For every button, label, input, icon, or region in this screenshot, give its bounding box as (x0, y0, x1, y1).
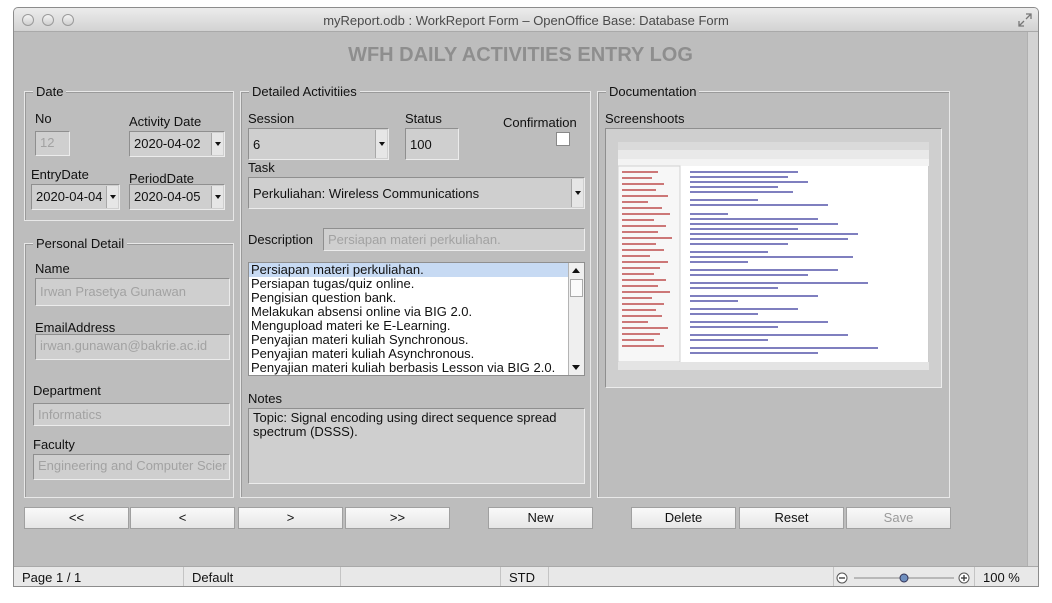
activity-date-label: Activity Date (129, 114, 202, 129)
chevron-down-icon[interactable] (211, 186, 223, 208)
name-field[interactable]: Irwan Prasetya Gunawan (35, 278, 230, 306)
no-field[interactable]: 12 (35, 131, 70, 156)
department-field[interactable]: Informatics (33, 403, 230, 426)
selection-mode[interactable]: STD (501, 567, 549, 586)
session-label: Session (248, 111, 295, 126)
list-item[interactable]: Persiapan materi perkuliahan. (249, 263, 584, 277)
list-item[interactable]: Penyajian materi kuliah Asynchronous. (249, 347, 584, 361)
status-field[interactable]: 100 (405, 128, 459, 160)
documentation-legend: Documentation (606, 84, 700, 99)
confirmation-label: Confirmation (503, 115, 577, 130)
faculty-field[interactable]: Engineering and Computer Scier (33, 454, 230, 480)
no-label: No (35, 111, 52, 126)
last-record-button[interactable]: >> (345, 507, 450, 529)
description-listbox[interactable]: Persiapan materi perkuliahan. Persiapan t… (248, 262, 585, 376)
status-empty-cell-2 (549, 567, 834, 586)
screenshots-label: Screenshoots (605, 111, 685, 126)
window-title: myReport.odb : WorkReport Form – OpenOff… (323, 13, 729, 28)
period-date-dropdown[interactable]: 2020-04-05 (129, 184, 225, 210)
department-label: Department (33, 383, 101, 398)
zoom-slider[interactable] (836, 572, 972, 584)
chevron-down-icon[interactable] (106, 186, 118, 208)
chevron-down-icon[interactable] (571, 179, 583, 207)
name-label: Name (35, 261, 70, 276)
list-item[interactable]: Penyajian materi kuliah berbasis Lesson … (249, 361, 584, 375)
period-date-value: 2020-04-05 (134, 189, 201, 204)
form-canvas: WFH DAILY ACTIVITIES ENTRY LOG Date No 1… (14, 32, 1027, 566)
task-value: Perkuliahan: Wireless Communications (253, 186, 480, 201)
save-button[interactable]: Save (846, 507, 951, 529)
fullscreen-icon[interactable] (1018, 13, 1032, 27)
faculty-label: Faculty (33, 437, 75, 452)
list-item[interactable]: Penyajian materi kuliah Synchronous. (249, 333, 584, 347)
page-style: Default (184, 567, 341, 586)
status-empty-cell (341, 567, 501, 586)
activity-date-value: 2020-04-02 (134, 136, 201, 151)
form-title: WFH DAILY ACTIVITIES ENTRY LOG (348, 44, 693, 66)
title-bar: myReport.odb : WorkReport Form – OpenOff… (14, 8, 1038, 32)
window-vertical-scrollbar[interactable] (1027, 32, 1038, 566)
page-indicator: Page 1 / 1 (14, 567, 184, 586)
entry-date-dropdown[interactable]: 2020-04-04 (31, 184, 120, 210)
email-field[interactable]: irwan.gunawan@bakrie.ac.id (35, 334, 230, 360)
session-dropdown[interactable]: 6 (248, 128, 389, 160)
date-group: Date No 12 Activity Date 2020-04-02 Entr… (24, 84, 234, 221)
status-bar: Page 1 / 1 Default STD 100 % (14, 566, 1038, 586)
detailed-activities-legend: Detailed Activitiies (249, 84, 360, 99)
email-label: EmailAddress (35, 320, 116, 335)
confirmation-checkbox[interactable] (556, 132, 570, 146)
zoom-knob[interactable] (899, 573, 909, 583)
task-label: Task (248, 160, 275, 175)
personal-detail-legend: Personal Detail (33, 236, 128, 251)
app-window: myReport.odb : WorkReport Form – OpenOff… (13, 7, 1039, 587)
scroll-thumb[interactable] (570, 279, 583, 297)
documentation-group: Documentation Screenshoots (597, 84, 950, 498)
chevron-down-icon[interactable] (375, 130, 387, 158)
next-record-button[interactable]: > (238, 507, 343, 529)
screenshot-image-control[interactable] (605, 128, 942, 388)
list-item[interactable]: Pengisian question bank. (249, 291, 584, 305)
notes-label: Notes (248, 391, 282, 406)
scroll-down-icon[interactable] (572, 365, 580, 370)
scroll-up-icon[interactable] (572, 268, 580, 273)
task-dropdown[interactable]: Perkuliahan: Wireless Communications (248, 177, 585, 209)
personal-detail-group: Personal Detail Name Irwan Prasetya Guna… (24, 236, 234, 498)
previous-record-button[interactable]: < (130, 507, 235, 529)
description-field[interactable]: Persiapan materi perkuliahan. (323, 228, 585, 251)
notes-textarea[interactable]: Topic: Signal encoding using direct sequ… (248, 408, 585, 484)
list-item[interactable]: Mengupload materi ke E-Learning. (249, 319, 584, 333)
activity-date-dropdown[interactable]: 2020-04-02 (129, 131, 225, 157)
status-label: Status (405, 111, 442, 126)
session-value: 6 (253, 137, 261, 152)
reset-button[interactable]: Reset (739, 507, 844, 529)
detailed-activities-group: Detailed Activitiies Session 6 Status 10… (240, 84, 591, 498)
chevron-down-icon[interactable] (211, 133, 223, 155)
zoom-slider-graphic (836, 572, 970, 584)
screenshot-thumbnail (618, 142, 929, 370)
description-label: Description (248, 232, 314, 247)
entry-date-label: EntryDate (31, 167, 89, 182)
delete-record-button[interactable]: Delete (631, 507, 736, 529)
description-list-items: Persiapan materi perkuliahan. Persiapan t… (249, 263, 584, 375)
new-record-button[interactable]: New (488, 507, 593, 529)
list-item[interactable]: Melakukan absensi online via BIG 2.0. (249, 305, 584, 319)
date-group-legend: Date (33, 84, 67, 99)
entry-date-value: 2020-04-04 (36, 189, 103, 204)
first-record-button[interactable]: << (24, 507, 129, 529)
listbox-scrollbar[interactable] (568, 263, 584, 375)
list-item[interactable]: Persiapan tugas/quiz online. (249, 277, 584, 291)
zoom-level[interactable]: 100 % (974, 567, 1038, 586)
